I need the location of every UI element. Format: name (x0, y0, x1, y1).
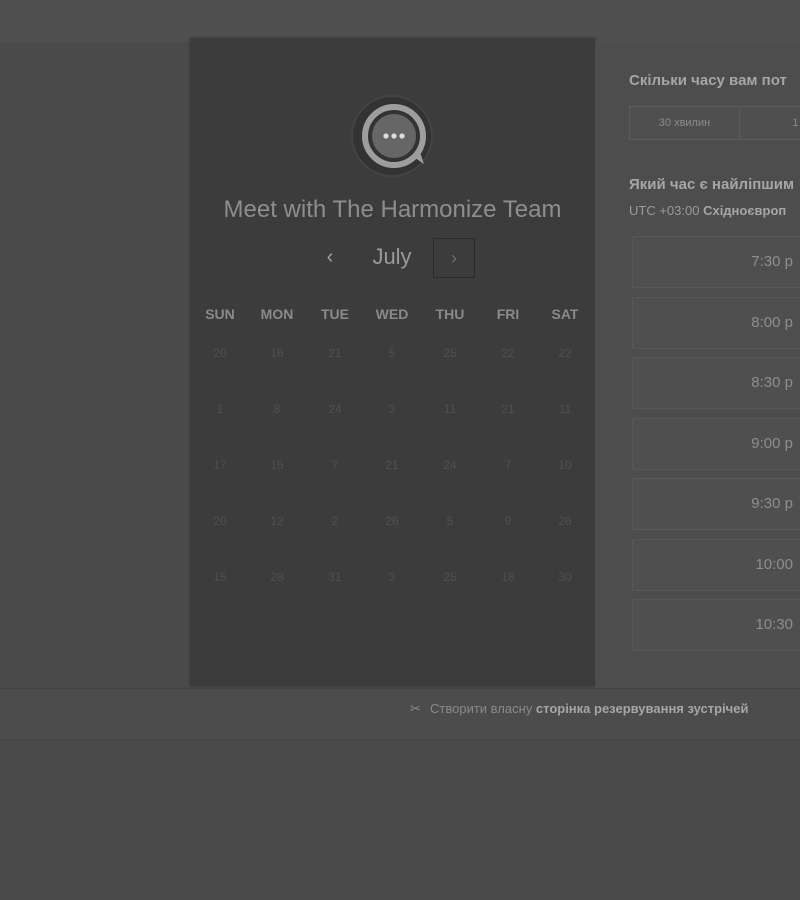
month-label: July (372, 244, 412, 269)
time-slot-label: 9:30 p (751, 495, 793, 512)
timezone-name: Східноєвроп (703, 203, 787, 218)
previous-month-icon[interactable]: ‹ (320, 246, 340, 270)
calendar-day: 16 (270, 346, 284, 360)
weekday-label: FRI (496, 306, 520, 322)
time-slot-label: 8:30 p (751, 374, 793, 391)
time-slot-button[interactable]: 7:30 p (632, 236, 800, 288)
duration-option-30-min[interactable]: 30 хвилин (630, 107, 740, 139)
weekday-label: SAT (551, 306, 579, 322)
booking-panel: Скільки часу вам пот 30 хвилин 1 год Яки… (595, 42, 800, 688)
calendar-day: 28 (270, 570, 284, 584)
calendar-day: 26 (385, 514, 399, 528)
time-slot-button[interactable]: 10:00 (632, 538, 800, 591)
calendar-day: 21 (328, 346, 342, 360)
calendar-day: 8 (273, 402, 281, 416)
calendar-day: 9 (504, 514, 512, 528)
calendar-title: Meet with The Harmonize Team (223, 196, 562, 223)
time-slot-label: 9:00 p (751, 434, 793, 452)
calendar-day: 5 (446, 514, 454, 528)
calendar-day: 18 (501, 570, 515, 584)
calendar-day: 15 (213, 570, 227, 584)
calendar-day: 21 (501, 402, 515, 416)
calendar-day: 22 (501, 346, 515, 360)
weekday-label: TUE (321, 306, 349, 322)
timezone-label: UTC +03:00 Східноєвроп (629, 203, 786, 218)
weekday-label: MON (260, 306, 294, 322)
time-slot-label: 10:30 (755, 616, 793, 633)
weekday-label: THU (435, 306, 465, 322)
calendar-day: 25 (443, 570, 457, 584)
calendar-day: 30 (558, 570, 572, 584)
calendar-day: 24 (443, 458, 457, 472)
time-question: Який час є найліпшим (629, 176, 795, 193)
time-slot-label: 8:00 p (751, 313, 793, 331)
calendar-day: 10 (558, 458, 572, 472)
calendar-day: 5 (388, 346, 396, 360)
time-slot-button[interactable]: 9:30 p (632, 478, 800, 530)
calendar-day: 31 (328, 570, 342, 584)
calendar-day: 2 (331, 514, 339, 528)
footer-link-bold: сторінка резервування зустрічей (535, 701, 749, 716)
calendar-day: 11 (443, 402, 457, 416)
top-bar (0, 0, 800, 43)
calendar-day: 25 (443, 346, 457, 360)
time-slot-label: 7:30 p (751, 253, 793, 270)
duration-selector: 30 хвилин 1 год (629, 106, 800, 140)
calendar-day: 24 (328, 402, 342, 416)
create-booking-page-link[interactable]: ✂ Створити власну сторінка резервування з… (410, 701, 748, 717)
calendar-day: 11 (558, 402, 572, 416)
next-month-button[interactable]: › (433, 238, 475, 278)
calendar-day: 22 (558, 346, 572, 360)
time-slot-button[interactable]: 8:00 p (632, 296, 800, 349)
weekday-label: WED (375, 306, 409, 322)
calendar-day: 15 (270, 458, 284, 472)
time-slot-button[interactable]: 9:00 p (632, 417, 800, 470)
footer-link-text: Створити власну (430, 701, 533, 716)
calendar-day: 20 (213, 346, 227, 360)
duration-option-1-hour[interactable]: 1 год (740, 107, 800, 139)
month-navigation: ‹ July › (190, 238, 595, 282)
time-slot-button[interactable]: 8:30 p (632, 357, 800, 409)
weekday-header: SUN MON TUE WED THU FRI SAT (190, 306, 595, 326)
chat-bubble-logo-icon (351, 95, 433, 177)
calendar-day: 7 (504, 458, 512, 472)
calendar-day: 17 (213, 458, 227, 472)
calendar-day: 1 (216, 402, 224, 416)
left-backdrop (0, 42, 190, 687)
weekday-label: SUN (205, 306, 235, 322)
calendar-day: 21 (385, 458, 399, 472)
scissors-icon: ✂ (410, 701, 421, 716)
time-slot-label: 10:00 (755, 555, 793, 573)
time-slot-button[interactable]: 10:30 (632, 599, 800, 651)
calendar-card: Meet with The Harmonize Team ‹ July › SU… (190, 38, 595, 686)
calendar-day: 12 (270, 514, 284, 528)
calendar-day: 20 (213, 514, 227, 528)
calendar-day: 3 (388, 402, 396, 416)
timezone-offset: UTC +03:00 (629, 203, 700, 218)
calendar-day: 7 (331, 458, 339, 472)
duration-question: Скільки часу вам пот (629, 72, 787, 89)
calendar-day: 3 (388, 570, 396, 584)
calendar-day: 26 (558, 514, 572, 528)
